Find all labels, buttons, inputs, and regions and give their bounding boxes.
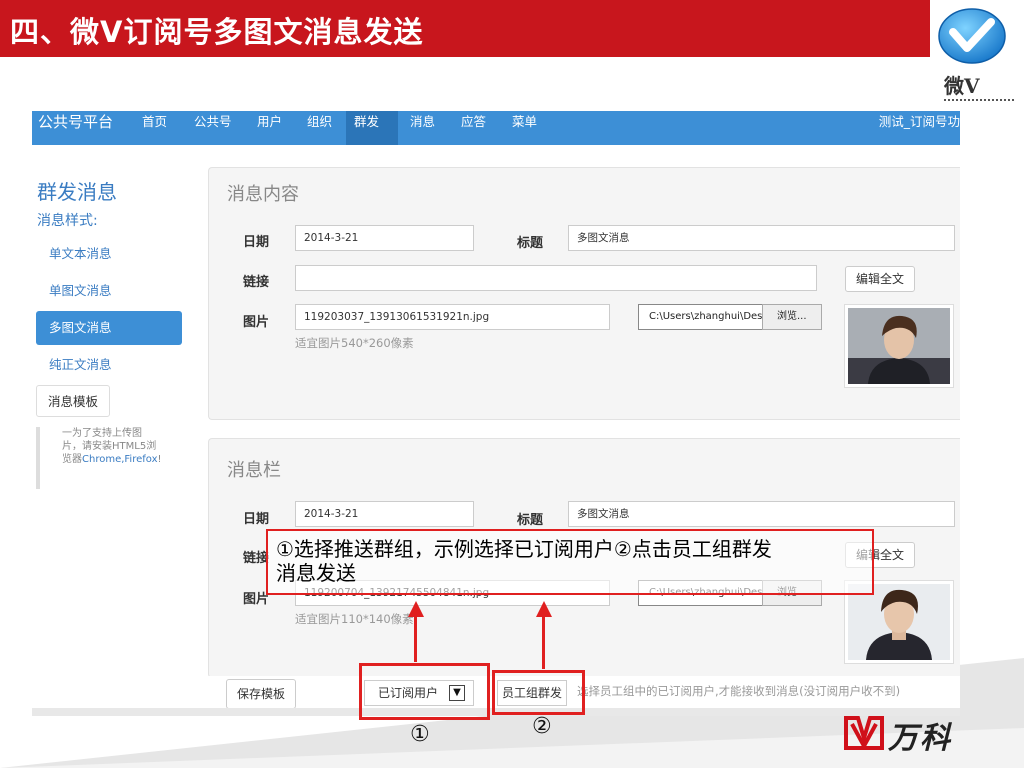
nav-item-home[interactable]: 首页 <box>134 111 175 145</box>
sidebar-item-single-news[interactable]: 单图文消息 <box>36 274 182 308</box>
sidebar-item-single-text[interactable]: 单文本消息 <box>36 237 182 271</box>
content-image-hint: 适宜图片540*260像素 <box>295 336 414 350</box>
content-image-label: 图片 <box>243 315 270 330</box>
annotation-marker-2: ② <box>532 714 552 739</box>
logo-divider <box>944 99 1014 103</box>
nav-item-users[interactable]: 用户 <box>249 111 290 145</box>
content-title-input[interactable]: 多图文消息 <box>568 225 955 251</box>
message-content-title: 消息内容 <box>227 184 299 205</box>
content-title-label: 标题 <box>517 236 544 251</box>
nav-item-organization[interactable]: 组织 <box>299 111 340 145</box>
weiv-logo-icon <box>938 8 1006 64</box>
top-nav: 公共号平台 首页 公共号 用户 组织 群发 消息 应答 菜单 测试_订阅号功 <box>32 111 960 145</box>
vanke-logo-icon <box>844 716 884 750</box>
content-date-label: 日期 <box>243 235 270 250</box>
annotation-box-send <box>492 670 585 715</box>
note-suffix: ! <box>157 454 162 465</box>
content-file-path[interactable]: C:\Users\zhanghui\Desl <box>638 304 763 330</box>
sidebar-browser-note: 一为了支持上传图 片，请安装HTML5浏 览器Chrome,Firefox! <box>36 427 176 489</box>
message-item-title: 消息栏 <box>227 460 281 481</box>
sidebar-template-button[interactable]: 消息模板 <box>36 385 110 417</box>
slide-title-bar: 四、微V订阅号多图文消息发送 <box>0 0 930 57</box>
item-image-hint: 适宜图片110*140像素 <box>295 612 414 626</box>
vanke-logo: 万科 <box>844 713 974 756</box>
annotation-arrow-1 <box>414 615 417 662</box>
nav-item-messages[interactable]: 消息 <box>402 111 443 145</box>
nav-user-account[interactable]: 测试_订阅号功 <box>879 111 960 145</box>
callout-line-1: ①选择推送群组，示例选择已订阅用户②点击员工组群发 <box>276 537 772 561</box>
nav-item-broadcast[interactable]: 群发 <box>346 111 398 145</box>
note-prefix: 览器 <box>62 454 82 465</box>
annotation-callout: ①选择推送群组，示例选择已订阅用户②点击员工组群发 消息发送 <box>266 529 874 595</box>
nav-brand[interactable]: 公共号平台 <box>38 111 113 145</box>
content-browse-button[interactable]: 浏览... <box>762 304 822 330</box>
content-link-input[interactable] <box>295 265 817 291</box>
nav-item-auto-reply[interactable]: 应答 <box>453 111 494 145</box>
content-image-input[interactable]: 119203037_13913061531921n.jpg <box>295 304 610 330</box>
annotation-callout-text: ①选择推送群组，示例选择已订阅用户②点击员工组群发 消息发送 <box>276 537 772 585</box>
nav-item-public-account[interactable]: 公共号 <box>186 111 240 145</box>
group-send-hint: 选择员工组中的已订阅用户,才能接收到消息(没订阅用户收不到) <box>577 684 901 698</box>
slide-page: 四、微V订阅号多图文消息发送 微V 公共号平台 首页 公共号 用户 组织 群发 … <box>0 0 1024 768</box>
note-browsers: Chrome,Firefox <box>82 454 158 465</box>
content-image-preview <box>844 304 954 388</box>
note-line-3: 览器Chrome,Firefox! <box>62 453 176 466</box>
slide-title: 四、微V订阅号多图文消息发送 <box>10 15 424 49</box>
note-line-1: 一为了支持上传图 <box>62 428 142 439</box>
content-date-input[interactable]: 2014-3-21 <box>295 225 474 251</box>
nav-item-menu[interactable]: 菜单 <box>504 111 545 145</box>
annotation-box-select <box>359 663 490 720</box>
content-link-label: 链接 <box>243 275 270 290</box>
weiv-logo-text: 微V <box>944 74 980 98</box>
note-line-2: 片，请安装HTML5浏 <box>62 441 157 452</box>
item-title-input[interactable]: 多图文消息 <box>568 501 955 527</box>
portrait-image-icon <box>848 584 950 660</box>
callout-line-2: 消息发送 <box>276 561 356 585</box>
item-title-label: 标题 <box>517 513 544 528</box>
sidebar-subtitle: 消息样式: <box>37 213 98 229</box>
vanke-logo-text: 万科 <box>888 721 952 756</box>
content-edit-fulltext-button[interactable]: 编辑全文 <box>845 266 916 292</box>
portrait-image-icon <box>848 308 950 384</box>
save-template-button[interactable]: 保存模板 <box>226 679 297 709</box>
item-date-input[interactable]: 2014-3-21 <box>295 501 474 527</box>
item-date-label: 日期 <box>243 512 270 527</box>
annotation-arrow-2 <box>542 615 545 669</box>
annotation-marker-1: ① <box>410 722 430 747</box>
sidebar-item-plain-body[interactable]: 纯正文消息 <box>36 348 182 382</box>
sidebar-title: 群发消息 <box>37 180 117 204</box>
sidebar-item-multi-news[interactable]: 多图文消息 <box>36 311 182 345</box>
